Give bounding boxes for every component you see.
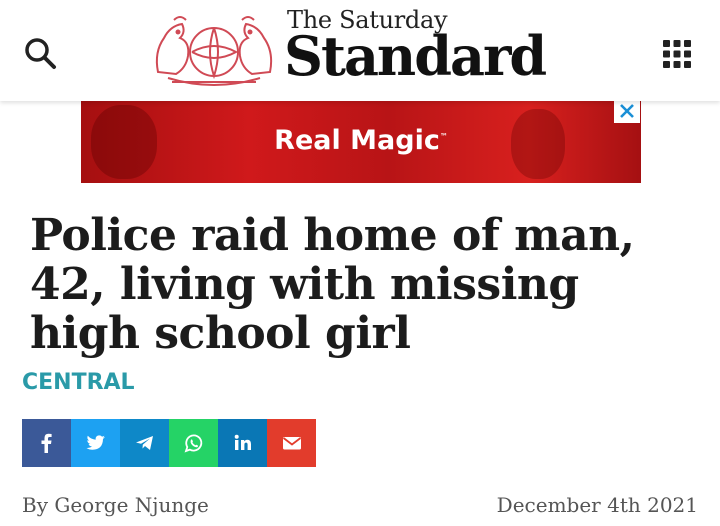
linkedin-icon — [234, 434, 251, 450]
close-icon — [620, 104, 634, 118]
menu-button[interactable] — [660, 37, 694, 71]
article-headline: Police raid home of man, 42, living with… — [30, 210, 635, 359]
share-twitter-button[interactable] — [71, 419, 120, 467]
share-telegram-button[interactable] — [120, 419, 169, 467]
ad-close-button[interactable] — [614, 99, 640, 123]
ad-banner[interactable]: Real Magic™ — [81, 101, 641, 183]
author-byline[interactable]: By George Njunge — [22, 493, 209, 517]
search-icon — [25, 38, 56, 69]
publish-date: December 4th 2021 — [496, 493, 698, 517]
share-bar — [22, 419, 316, 467]
site-header: The Saturday Standard — [0, 0, 720, 101]
share-email-button[interactable] — [267, 419, 316, 467]
logo-seal-icon[interactable] — [150, 12, 278, 88]
twitter-icon — [86, 435, 105, 450]
share-linkedin-button[interactable] — [218, 419, 267, 467]
search-button[interactable] — [22, 35, 60, 73]
share-whatsapp-button[interactable] — [169, 419, 218, 467]
whatsapp-icon — [184, 434, 202, 453]
masthead-title[interactable]: Standard — [284, 26, 547, 86]
share-facebook-button[interactable] — [22, 419, 71, 467]
email-icon — [282, 437, 301, 450]
category-link[interactable]: CENTRAL — [22, 370, 135, 395]
telegram-icon — [135, 436, 153, 450]
grid-menu-icon — [663, 40, 691, 68]
ad-text: Real Magic™ — [274, 125, 448, 156]
facebook-icon — [41, 433, 52, 453]
